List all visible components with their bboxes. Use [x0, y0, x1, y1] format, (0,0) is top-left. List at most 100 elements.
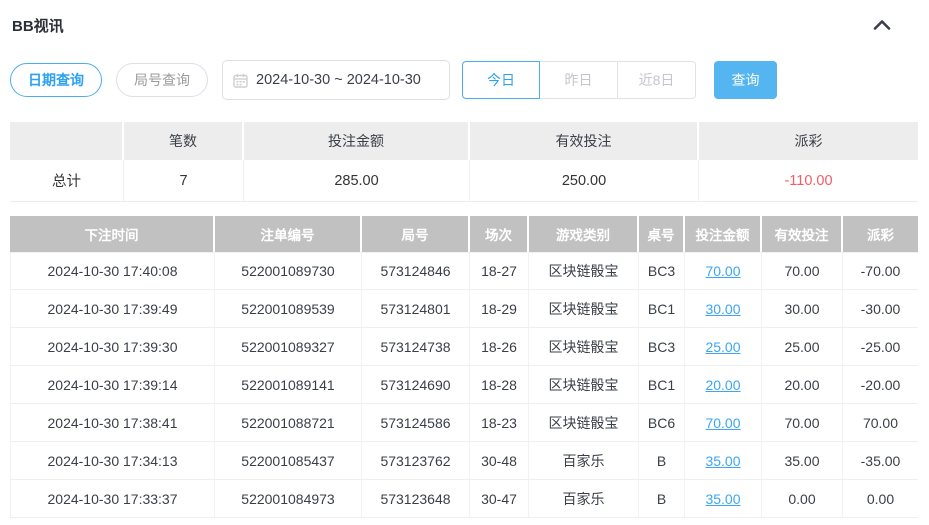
- cell-bet-amount: 70.00: [685, 252, 762, 290]
- summary-total-row: 总计 7 285.00 250.00 -110.00: [10, 160, 918, 202]
- cell-payout: 70.00: [843, 404, 918, 442]
- cell-bet-time: 2024-10-30 17:39:14: [10, 366, 215, 404]
- cell-bet-amount: 25.00: [685, 328, 762, 366]
- table-row: 2024-10-30 17:33:37522001084973573123648…: [10, 480, 918, 518]
- cell-session: 18-27: [470, 252, 529, 290]
- cell-valid-bet: 35.00: [762, 442, 843, 480]
- cell-table-number: BC3: [639, 252, 685, 290]
- cell-bet-amount: 35.00: [685, 442, 762, 480]
- column-header-order-number: 注单编号: [215, 216, 362, 252]
- calendar-icon: [233, 73, 248, 88]
- table-row: 2024-10-30 17:39:14522001089141573124690…: [10, 366, 918, 404]
- cell-bet-time: 2024-10-30 17:40:08: [10, 252, 215, 290]
- column-header-table-number: 桌号: [639, 216, 685, 252]
- summary-payout-value: -110.00: [699, 160, 918, 202]
- cell-payout: -20.00: [843, 366, 918, 404]
- query-button[interactable]: 查询: [714, 61, 777, 99]
- summary-table: 笔数 投注金额 有效投注 派彩 总计 7 285.00 250.00 -110.…: [10, 122, 918, 202]
- tab-round-query[interactable]: 局号查询: [116, 63, 208, 97]
- cell-bet-amount: 20.00: [685, 366, 762, 404]
- bet-amount-link[interactable]: 70.00: [705, 263, 740, 279]
- cell-valid-bet: 25.00: [762, 328, 843, 366]
- column-header-payout: 派彩: [843, 216, 918, 252]
- cell-bet-amount: 35.00: [685, 480, 762, 518]
- cell-round-number: 573123648: [362, 480, 470, 518]
- summary-header-blank: [10, 122, 124, 160]
- quick-button-last8days[interactable]: 近8日: [618, 61, 696, 99]
- cell-order-number: 522001088721: [215, 404, 362, 442]
- table-row: 2024-10-30 17:38:41522001088721573124586…: [10, 404, 918, 442]
- date-range-input[interactable]: 2024-10-30 ~ 2024-10-30: [222, 60, 450, 100]
- summary-header-bet-amount: 投注金额: [244, 122, 470, 160]
- cell-order-number: 522001089539: [215, 290, 362, 328]
- column-header-game-type: 游戏类别: [529, 216, 639, 252]
- summary-header-payout: 派彩: [699, 122, 918, 160]
- bb-video-panel: BB视讯 日期查询 局号查询: [0, 0, 929, 518]
- cell-session: 18-29: [470, 290, 529, 328]
- cell-order-number: 522001085437: [215, 442, 362, 480]
- bet-amount-link[interactable]: 20.00: [705, 377, 740, 393]
- cell-payout: -70.00: [843, 252, 918, 290]
- cell-valid-bet: 30.00: [762, 290, 843, 328]
- cell-game-type: 区块链骰宝: [529, 252, 639, 290]
- bet-amount-link[interactable]: 35.00: [705, 453, 740, 469]
- cell-valid-bet: 20.00: [762, 366, 843, 404]
- cell-bet-time: 2024-10-30 17:39:30: [10, 328, 215, 366]
- cell-table-number: BC6: [639, 404, 685, 442]
- collapse-panel-button[interactable]: [867, 14, 897, 36]
- cell-valid-bet: 0.00: [762, 480, 843, 518]
- bet-amount-link[interactable]: 70.00: [705, 415, 740, 431]
- cell-table-number: BC3: [639, 328, 685, 366]
- table-row: 2024-10-30 17:39:49522001089539573124801…: [10, 290, 918, 328]
- cell-session: 18-23: [470, 404, 529, 442]
- summary-header-row: 笔数 投注金额 有效投注 派彩: [10, 122, 918, 160]
- cell-table-number: B: [639, 480, 685, 518]
- cell-valid-bet: 70.00: [762, 252, 843, 290]
- bet-records-header-row: 下注时间注单编号局号场次游戏类别桌号投注金额有效投注派彩: [10, 216, 918, 252]
- column-header-session: 场次: [470, 216, 529, 252]
- cell-payout: -25.00: [843, 328, 918, 366]
- cell-order-number: 522001084973: [215, 480, 362, 518]
- summary-header-valid-bet: 有效投注: [470, 122, 699, 160]
- cell-order-number: 522001089730: [215, 252, 362, 290]
- cell-valid-bet: 70.00: [762, 404, 843, 442]
- cell-payout: 0.00: [843, 480, 918, 518]
- cell-payout: -35.00: [843, 442, 918, 480]
- cell-order-number: 522001089141: [215, 366, 362, 404]
- cell-round-number: 573124846: [362, 252, 470, 290]
- cell-table-number: BC1: [639, 290, 685, 328]
- cell-bet-amount: 70.00: [685, 404, 762, 442]
- cell-round-number: 573124738: [362, 328, 470, 366]
- bet-amount-link[interactable]: 25.00: [705, 339, 740, 355]
- cell-bet-time: 2024-10-30 17:33:37: [10, 480, 215, 518]
- bet-amount-link[interactable]: 30.00: [705, 301, 740, 317]
- bet-amount-link[interactable]: 35.00: [705, 491, 740, 507]
- quick-button-yesterday[interactable]: 昨日: [540, 61, 618, 99]
- table-row: 2024-10-30 17:34:13522001085437573123762…: [10, 442, 918, 480]
- cell-game-type: 区块链骰宝: [529, 290, 639, 328]
- cell-session: 18-28: [470, 366, 529, 404]
- bet-records-table: 下注时间注单编号局号场次游戏类别桌号投注金额有效投注派彩 2024-10-30 …: [10, 216, 918, 518]
- cell-session: 30-48: [470, 442, 529, 480]
- summary-count-value: 7: [124, 160, 244, 202]
- cell-bet-time: 2024-10-30 17:34:13: [10, 442, 215, 480]
- cell-game-type: 百家乐: [529, 442, 639, 480]
- quick-button-today[interactable]: 今日: [462, 61, 540, 99]
- chevron-up-icon: [873, 19, 891, 31]
- tab-date-query[interactable]: 日期查询: [10, 63, 102, 97]
- cell-session: 18-26: [470, 328, 529, 366]
- summary-bet-amount-value: 285.00: [244, 160, 470, 202]
- column-header-valid-bet: 有效投注: [762, 216, 843, 252]
- cell-bet-time: 2024-10-30 17:38:41: [10, 404, 215, 442]
- cell-order-number: 522001089327: [215, 328, 362, 366]
- table-row: 2024-10-30 17:40:08522001089730573124846…: [10, 252, 918, 290]
- cell-round-number: 573124690: [362, 366, 470, 404]
- column-header-bet-amount: 投注金额: [685, 216, 762, 252]
- cell-bet-time: 2024-10-30 17:39:49: [10, 290, 215, 328]
- cell-round-number: 573124801: [362, 290, 470, 328]
- cell-game-type: 百家乐: [529, 480, 639, 518]
- summary-header-count: 笔数: [124, 122, 244, 160]
- cell-payout: -30.00: [843, 290, 918, 328]
- panel-header: BB视讯: [10, 10, 919, 36]
- panel-title: BB视讯: [12, 15, 64, 36]
